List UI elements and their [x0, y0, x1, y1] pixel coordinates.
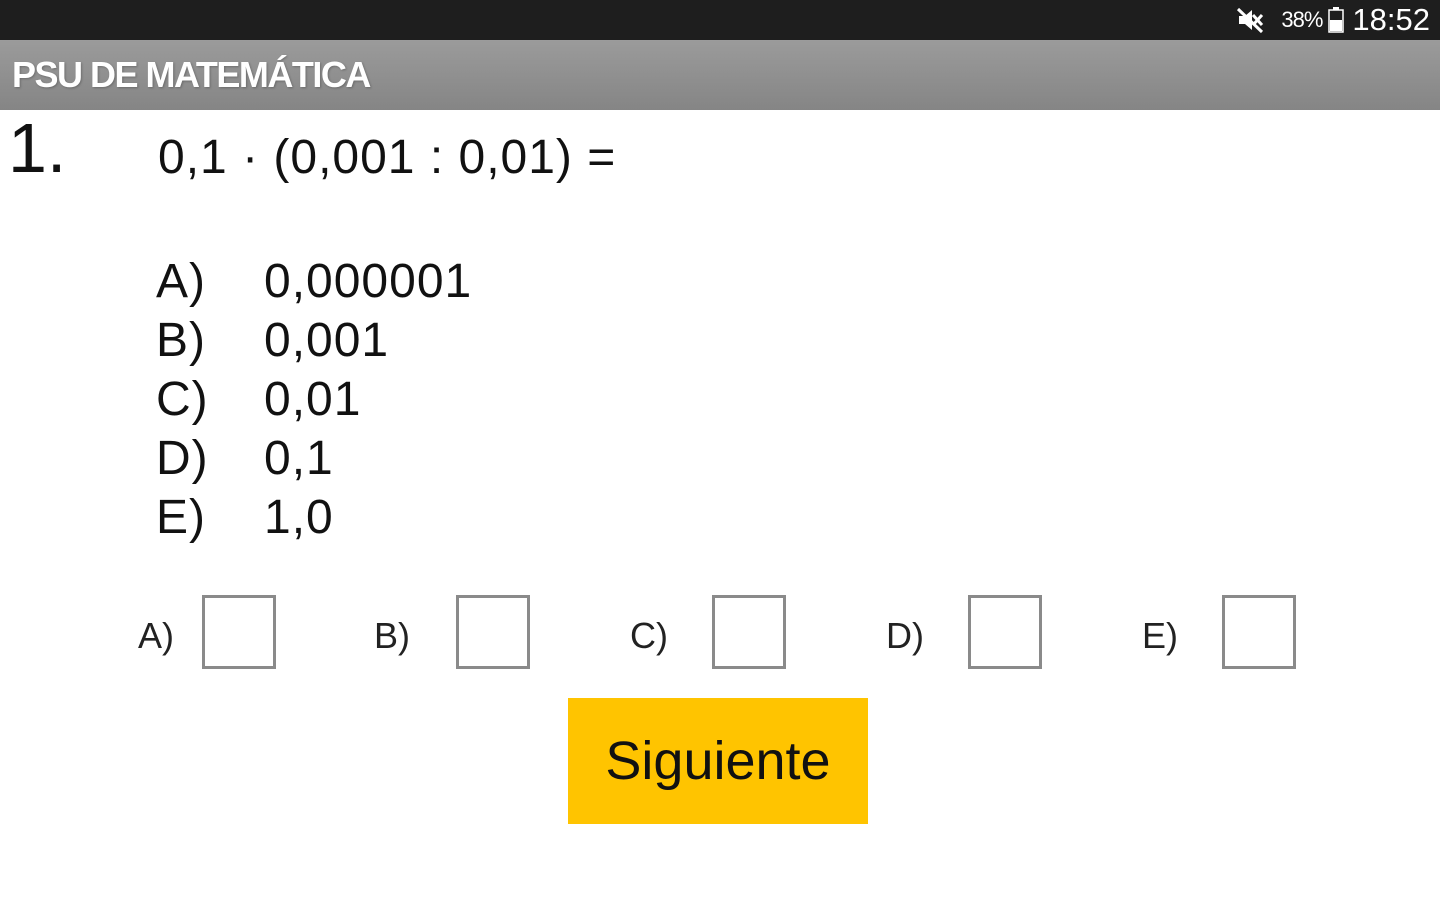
answer-e: E): [1142, 590, 1296, 674]
answer-a-checkbox[interactable]: [202, 595, 276, 669]
option-value: 0,01: [264, 373, 362, 426]
option-a: A) 0,000001: [156, 252, 472, 311]
answer-label: B): [374, 615, 410, 656]
answer-e-checkbox[interactable]: [1222, 595, 1296, 669]
battery-icon: [1328, 7, 1345, 33]
battery-percentage: 38%: [1281, 7, 1323, 32]
answer-selector: A) B) C) D) E): [0, 590, 1440, 674]
answer-label: D): [886, 615, 924, 656]
answer-d-checkbox[interactable]: [968, 595, 1042, 669]
question-expression: 0,1 · (0,001 : 0,01) =: [158, 131, 617, 184]
option-e: E) 1,0: [156, 488, 472, 547]
option-letter: B): [156, 314, 206, 367]
option-letter: E): [156, 491, 206, 544]
answer-label: E): [1142, 615, 1178, 656]
option-value: 0,000001: [264, 255, 473, 308]
option-b: B) 0,001: [156, 311, 472, 370]
app-bar: PSU DE MATEMÁTICA: [0, 40, 1440, 110]
answer-label: C): [630, 615, 668, 656]
status-bar: 38% 18:52: [0, 0, 1440, 40]
clock: 18:52: [1352, 2, 1430, 37]
answer-label: A): [138, 615, 174, 656]
answer-d: D): [886, 590, 1042, 674]
option-value: 0,1: [264, 432, 334, 485]
option-letter: A): [156, 255, 206, 308]
option-c: C) 0,01: [156, 370, 472, 429]
option-value: 0,001: [264, 314, 390, 367]
mute-icon: [1235, 5, 1265, 35]
answer-a: A): [138, 590, 276, 674]
answer-b-checkbox[interactable]: [456, 595, 530, 669]
option-d: D) 0,1: [156, 429, 472, 488]
option-letter: D): [156, 432, 209, 485]
question-number: 1.: [8, 109, 67, 187]
answer-c-checkbox[interactable]: [712, 595, 786, 669]
status-icons: 38% 18:52: [1235, 0, 1430, 40]
option-value: 1,0: [264, 491, 334, 544]
option-letter: C): [156, 373, 209, 426]
next-button[interactable]: Siguiente: [568, 698, 868, 824]
app-title: PSU DE MATEMÁTICA: [12, 54, 371, 95]
answer-b: B): [374, 590, 530, 674]
options-list: A) 0,000001 B) 0,001 C) 0,01 D) 0,1 E) 1…: [156, 252, 472, 547]
answer-c: C): [630, 590, 786, 674]
